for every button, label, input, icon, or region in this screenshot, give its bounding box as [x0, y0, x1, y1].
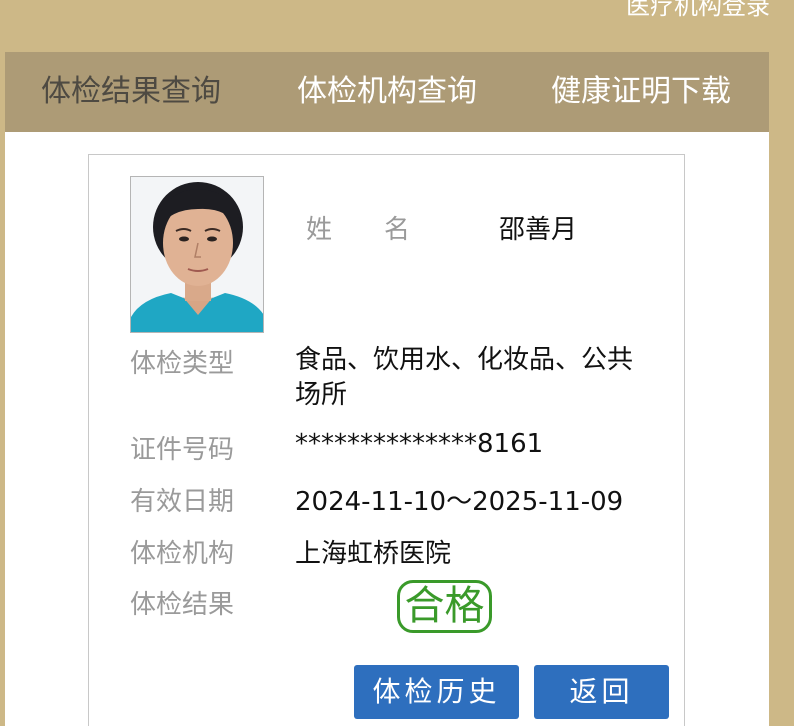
- institution-login-link[interactable]: 医疗机构登录: [626, 0, 770, 21]
- tab-exam-result-query[interactable]: 体检结果查询: [41, 52, 221, 132]
- valid-date-label: 有效日期: [130, 487, 235, 517]
- id-number-label: 证件号码: [130, 435, 235, 465]
- content-panel: 姓名 邵善月 体检类型 食品、饮用水、化妆品、公共场所 证件号码 *******…: [5, 132, 769, 726]
- result-card: 姓名 邵善月 体检类型 食品、饮用水、化妆品、公共场所 证件号码 *******…: [88, 154, 685, 726]
- exam-type-label: 体检类型: [130, 349, 235, 379]
- name-value: 邵善月: [499, 215, 578, 245]
- id-photo: [130, 176, 264, 333]
- back-button[interactable]: 返回: [534, 665, 669, 719]
- exam-result-label: 体检结果: [130, 590, 235, 620]
- exam-institution-label: 体检机构: [130, 539, 235, 569]
- exam-type-value: 食品、饮用水、化妆品、公共场所: [295, 345, 634, 410]
- tab-exam-institution-query[interactable]: 体检机构查询: [297, 52, 477, 132]
- valid-date-value: 2024-11-10～2025-11-09: [295, 487, 624, 517]
- name-label: 姓名: [306, 215, 463, 245]
- pass-stamp: 合格: [397, 580, 492, 633]
- person-photo-icon: [131, 177, 263, 332]
- main-nav: 体检结果查询 体检机构查询 健康证明下载: [5, 52, 769, 132]
- exam-institution-value: 上海虹桥医院: [295, 539, 452, 569]
- exam-history-button[interactable]: 体检历史: [354, 665, 519, 719]
- tab-health-certificate-download[interactable]: 健康证明下载: [551, 52, 731, 132]
- id-number-value: **************8161: [295, 429, 544, 459]
